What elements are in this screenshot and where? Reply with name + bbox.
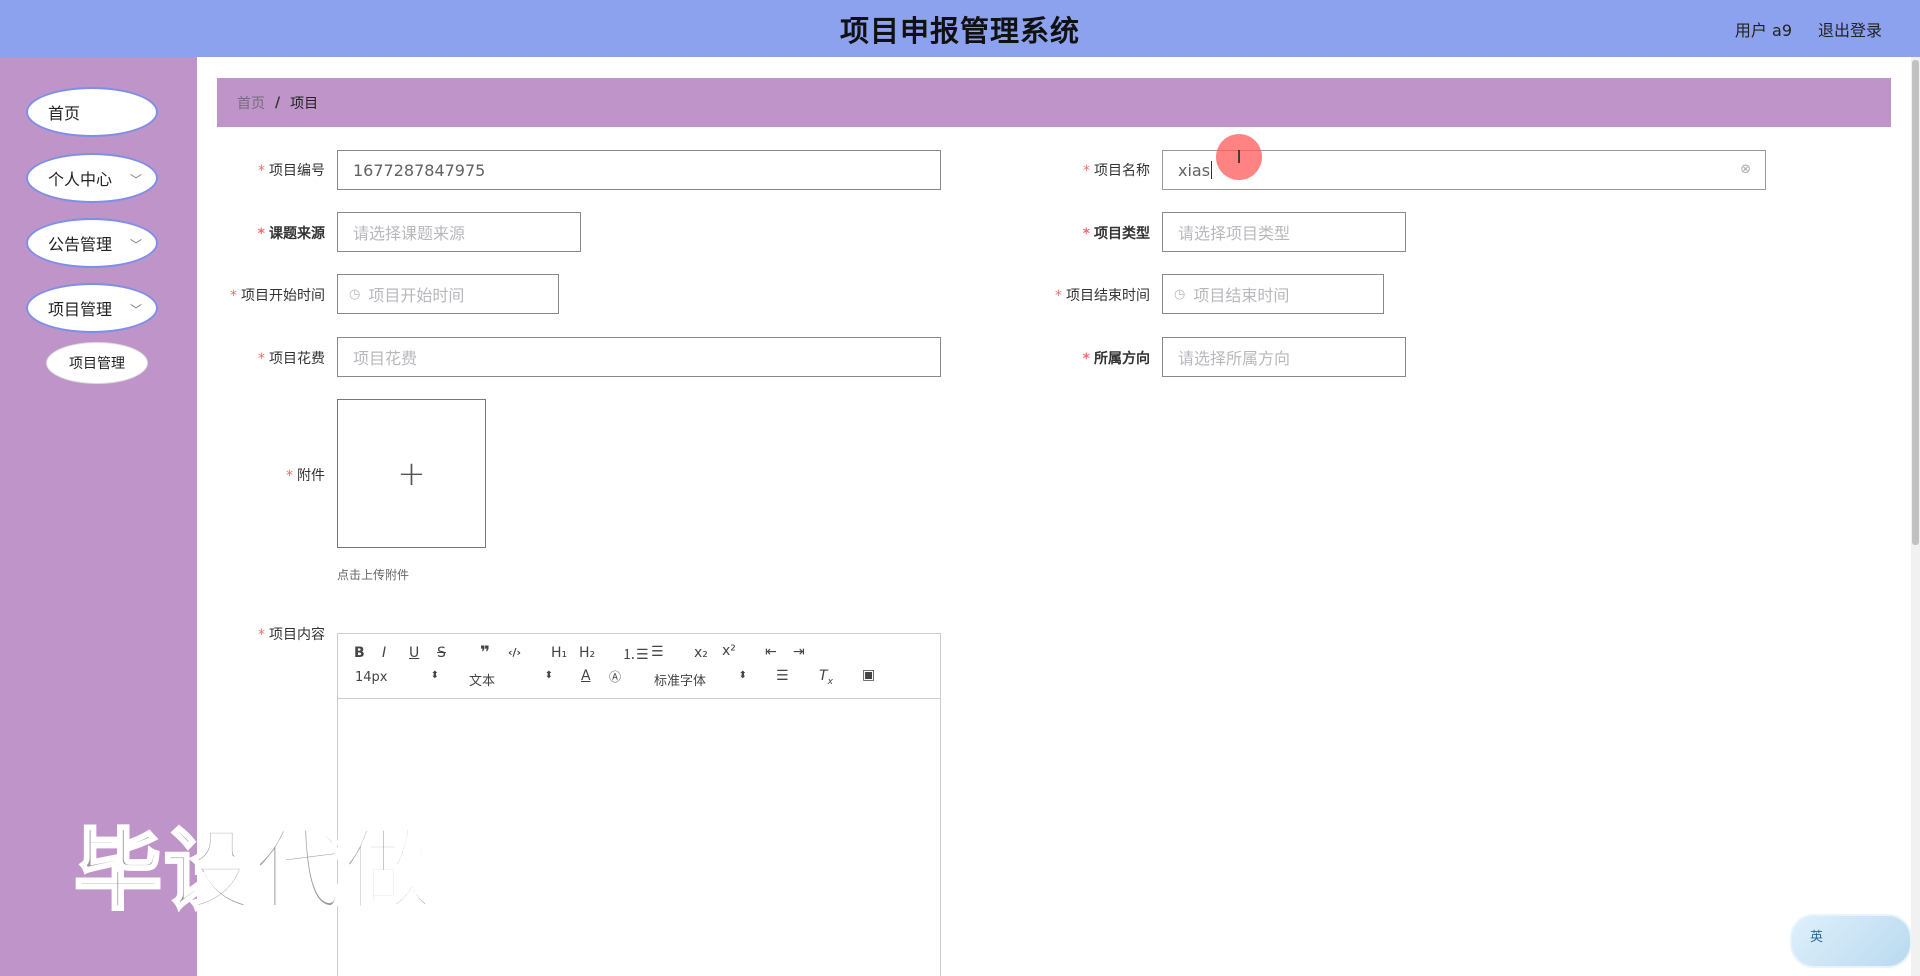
sidebar-item-label: 公告管理 <box>48 235 113 254</box>
sidebar-item-notice[interactable]: 公告管理 ﹀ <box>26 218 158 268</box>
source-placeholder: 请选择课题来源 <box>353 224 466 243</box>
mouse-cursor-highlight: Ι <box>1216 134 1262 180</box>
font-size-select[interactable]: 14px ⬍ <box>355 670 439 685</box>
app-header: 项目申报管理系统 用户 a9 退出登录 <box>0 0 1920 57</box>
upload-hint: 点击上传附件 <box>337 568 410 582</box>
breadcrumb: 首页 / 项目 <box>217 78 1891 127</box>
chevron-down-icon: ﹀ <box>129 173 142 187</box>
content-label: * 项目内容 <box>258 627 325 643</box>
font-family-value: 标准字体 <box>654 674 707 689</box>
upload-area[interactable]: + <box>337 399 486 548</box>
cost-label: * 项目花费 <box>258 351 325 367</box>
plus-icon: + <box>397 453 426 494</box>
cost-placeholder: 项目花费 <box>353 349 418 368</box>
project-name-value: xias <box>1178 160 1211 180</box>
chevron-down-icon: ﹀ <box>129 238 142 252</box>
sidebar-item-home[interactable]: 首页 <box>26 87 158 137</box>
end-time-placeholder: 项目结束时间 <box>1193 286 1290 305</box>
heading-1-icon[interactable]: H₁ <box>551 645 567 661</box>
project-no-value: 1677287847975 <box>353 160 486 180</box>
start-time-label: * 项目开始时间 <box>230 288 325 304</box>
background-color-icon[interactable]: Ⓐ <box>609 668 621 685</box>
app-title: 项目申报管理系统 <box>839 13 1080 48</box>
sidebar-item-label: 首页 <box>48 104 81 123</box>
underline-icon[interactable]: U <box>409 645 419 661</box>
sidebar-item-label: 项目管理 <box>48 300 113 319</box>
end-time-picker[interactable]: ◷ 项目结束时间 <box>1162 274 1384 314</box>
start-time-placeholder: 项目开始时间 <box>368 286 465 305</box>
current-user: 用户 a9 <box>1734 21 1792 40</box>
paragraph-value: 文本 <box>469 674 496 689</box>
image-icon[interactable]: ▣ <box>862 667 875 683</box>
breadcrumb-home[interactable]: 首页 <box>237 93 265 113</box>
font-size-value: 14px <box>355 670 388 685</box>
project-no-label: * 项目编号 <box>258 163 325 179</box>
heading-2-icon[interactable]: H₂ <box>579 645 595 661</box>
bullet-list-icon[interactable]: ☰ <box>651 644 664 660</box>
sidebar-item-profile[interactable]: 个人中心 ﹀ <box>26 153 158 203</box>
paragraph-select[interactable]: 文本 ⬍ <box>469 670 553 689</box>
updown-icon: ⬍ <box>430 670 439 681</box>
ordered-list-icon[interactable]: ⒈☰ <box>622 644 649 664</box>
ime-indicator[interactable]: 英 <box>1790 914 1912 968</box>
subscript-icon[interactable]: x₂ <box>694 645 708 661</box>
direction-placeholder: 请选择所属方向 <box>1178 349 1291 368</box>
text-cursor-icon: Ι <box>1236 146 1242 168</box>
code-icon[interactable]: ‹/› <box>508 646 521 659</box>
editor-toolbar: B I U S ❞ ‹/› H₁ H₂ ⒈☰ ☰ x₂ x² ⇤ ⇥ 14px ⬍… <box>338 634 940 699</box>
clear-format-icon[interactable]: Tx <box>819 668 833 687</box>
end-time-label: * 项目结束时间 <box>1055 288 1150 304</box>
project-name-label: * 项目名称 <box>1083 163 1150 179</box>
start-time-picker[interactable]: ◷ 项目开始时间 <box>337 274 559 314</box>
sidebar-subitem-project-manage[interactable]: 项目管理 <box>46 342 148 384</box>
italic-icon[interactable]: I <box>382 645 386 661</box>
logout-button[interactable]: 退出登录 <box>1818 17 1882 41</box>
sidebar-item-label: 个人中心 <box>48 170 113 189</box>
superscript-icon[interactable]: x² <box>722 643 736 659</box>
type-label: * 项目类型 <box>1082 226 1150 242</box>
direction-select[interactable]: 请选择所属方向 <box>1162 337 1406 377</box>
watermark: 毕设代做 <box>72 818 435 924</box>
clock-icon: ◷ <box>349 286 361 302</box>
text-caret <box>1211 161 1213 179</box>
font-family-select[interactable]: 标准字体 ⬍ <box>654 670 747 689</box>
clock-icon: ◷ <box>1174 286 1186 302</box>
updown-icon: ⬍ <box>738 670 747 681</box>
blockquote-icon[interactable]: ❞ <box>480 643 490 663</box>
breadcrumb-current: 项目 <box>290 95 319 112</box>
ime-language: 英 <box>1810 930 1824 945</box>
chevron-down-icon: ﹀ <box>129 303 142 317</box>
font-color-icon[interactable]: A <box>581 668 591 684</box>
updown-icon: ⬍ <box>544 670 553 681</box>
project-no-input[interactable]: 1677287847975 <box>337 150 941 190</box>
sidebar-item-project[interactable]: 项目管理 ﹀ <box>26 283 158 333</box>
outdent-icon[interactable]: ⇤ <box>765 644 777 660</box>
strikethrough-icon[interactable]: S <box>437 645 446 661</box>
type-placeholder: 请选择项目类型 <box>1178 224 1291 243</box>
scrollbar-thumb[interactable] <box>1912 60 1919 545</box>
indent-icon[interactable]: ⇥ <box>793 644 805 660</box>
direction-label: * 所属方向 <box>1082 351 1150 367</box>
bold-icon[interactable]: B <box>354 645 365 661</box>
align-icon[interactable]: ☰ <box>776 668 789 684</box>
source-select[interactable]: 请选择课题来源 <box>337 212 581 252</box>
source-label: * 课题来源 <box>257 226 325 242</box>
type-select[interactable]: 请选择项目类型 <box>1162 212 1406 252</box>
attachment-label: * 附件 <box>286 468 325 484</box>
breadcrumb-separator: / <box>275 94 281 111</box>
cost-input[interactable]: 项目花费 <box>337 337 941 377</box>
clear-icon[interactable]: ⊗ <box>1740 162 1751 177</box>
